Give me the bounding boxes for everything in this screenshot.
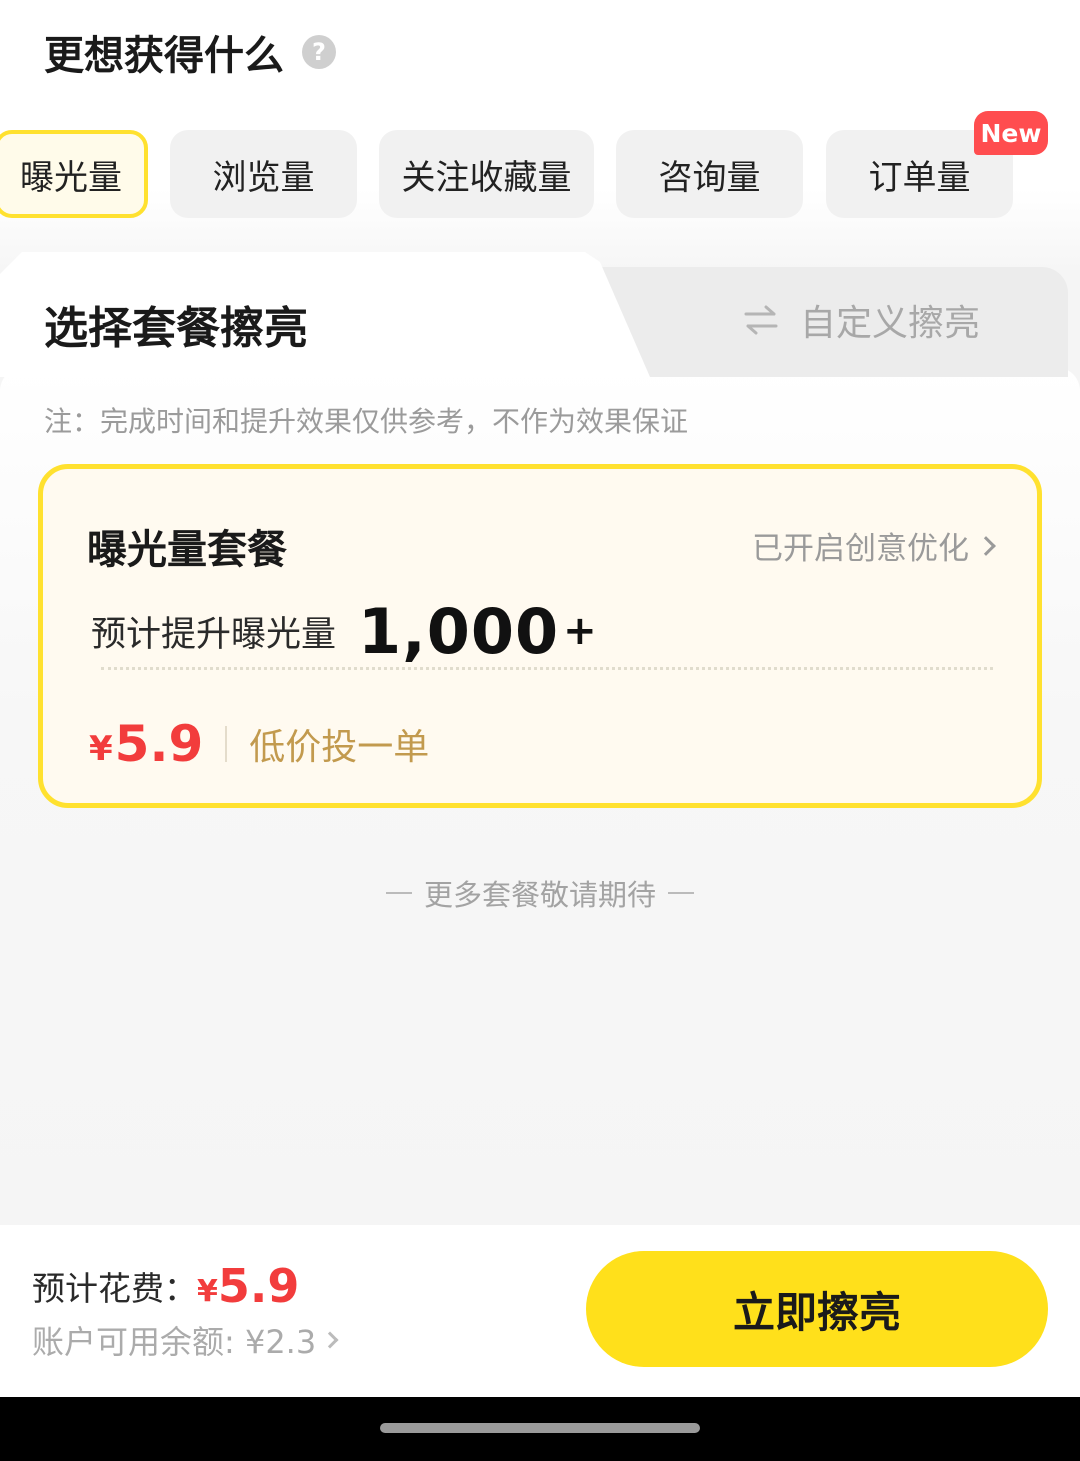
package-estimate: 预计提升曝光量 1,000 + bbox=[91, 594, 597, 668]
mode-tab-package-label: 选择套餐擦亮 bbox=[44, 303, 308, 354]
disclaimer-note: 注：完成时间和提升效果仅供参考，不作为效果保证 bbox=[44, 405, 689, 438]
package-title: 曝光量套餐 bbox=[87, 527, 287, 573]
dash-right bbox=[668, 892, 694, 894]
price-value: 5.9 bbox=[114, 715, 204, 773]
cost-label: 预计花费： bbox=[32, 1269, 197, 1308]
dash-left bbox=[385, 892, 412, 894]
creative-optimization-label: 已开启创意优化 bbox=[752, 531, 969, 567]
help-icon[interactable]: ? bbox=[302, 35, 336, 69]
goal-tab-inquiries[interactable]: 咨询量 bbox=[616, 130, 803, 218]
goal-tab-views[interactable]: 浏览量 bbox=[170, 130, 357, 218]
mode-tab-custom-label-wrap[interactable]: 自定义擦亮 bbox=[744, 295, 980, 345]
more-packages-text: 更多套餐敬请期待 bbox=[423, 878, 656, 912]
vertical-divider bbox=[225, 726, 228, 762]
goal-tab-follows[interactable]: 关注收藏量 bbox=[379, 130, 594, 218]
swap-icon bbox=[744, 305, 778, 335]
chevron-right-icon bbox=[976, 535, 996, 556]
goal-tab-exposure[interactable]: 曝光量 bbox=[0, 130, 148, 218]
system-nav-bar bbox=[0, 1397, 1080, 1461]
section-title: 更想获得什么 ? bbox=[44, 24, 336, 80]
goal-tab-label: 浏览量 bbox=[212, 157, 315, 198]
goal-tab-label: 咨询量 bbox=[658, 157, 761, 198]
estimate-label: 预计提升曝光量 bbox=[91, 614, 337, 655]
home-indicator[interactable] bbox=[380, 1423, 700, 1433]
goal-tab-label: 订单量 bbox=[868, 157, 971, 198]
package-price: ¥ 5.9 低价投一单 bbox=[89, 709, 429, 779]
chevron-right-icon bbox=[321, 1331, 339, 1349]
price-tag: 低价投一单 bbox=[249, 727, 430, 768]
account-balance-link[interactable]: 账户可用余额: ¥2.3 bbox=[32, 1318, 339, 1362]
goal-tab-label: 关注收藏量 bbox=[401, 157, 572, 198]
package-card[interactable]: 曝光量套餐 已开启创意优化 预计提升曝光量 1,000 + ¥ 5.9 低价投一… bbox=[38, 464, 1042, 808]
more-packages-hint: 更多套餐敬请期待 bbox=[0, 872, 1080, 914]
creative-optimization-link[interactable]: 已开启创意优化 bbox=[752, 523, 996, 568]
goal-tab-label: 曝光量 bbox=[20, 157, 122, 198]
price-symbol: ¥ bbox=[89, 729, 113, 769]
page: 更想获得什么 ? 曝光量 浏览量 关注收藏量 咨询量 订单量 New 选择套餐擦… bbox=[0, 0, 1080, 1461]
estimated-cost: 预计花费： ¥ 5.9 bbox=[32, 1257, 299, 1315]
section-title-text: 更想获得什么 bbox=[44, 33, 284, 79]
mode-tab-custom-label: 自定义擦亮 bbox=[800, 303, 981, 344]
polish-now-button[interactable]: 立即擦亮 bbox=[586, 1251, 1048, 1367]
new-badge: New bbox=[974, 111, 1048, 155]
balance-label: 账户可用余额: ¥2.3 bbox=[32, 1323, 317, 1361]
estimate-value: 1,000 bbox=[358, 594, 560, 668]
dotted-divider bbox=[101, 667, 993, 670]
cost-symbol: ¥ bbox=[197, 1273, 218, 1309]
estimate-suffix: + bbox=[563, 608, 597, 654]
cost-value: 5.9 bbox=[217, 1259, 300, 1313]
